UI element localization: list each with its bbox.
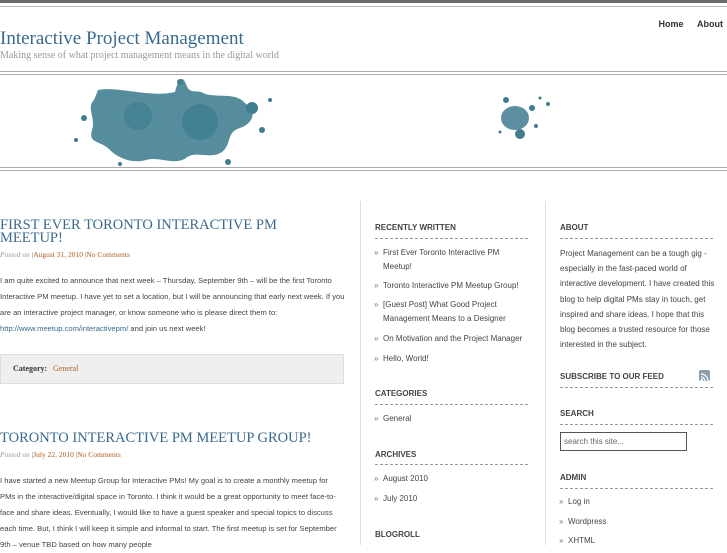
admin-heading: Admin [560,473,587,482]
header-divider-top [0,71,727,72]
banner-divider [0,167,727,168]
category-link[interactable]: General [374,412,412,426]
about-heading: About [560,223,589,232]
post-comments-link[interactable]: No Comments [86,250,130,259]
top-nav: Home About [647,19,723,29]
search-rule [560,424,713,425]
post-date-link[interactable]: August 31, 2010 [33,250,83,259]
post-title[interactable]: Toronto Interactive PM Meetup Group! [0,431,330,446]
archive-link[interactable]: August 2010 [374,472,428,486]
about-rule [560,238,713,239]
column-divider-left [360,201,361,545]
about-text: Project Management can be a tough gig - … [560,249,715,350]
blogroll-heading: Blogroll [375,530,420,539]
post-meta: Posted on |July 22, 2010 |No Comments [0,450,121,459]
recent-heading: Recently Written [375,223,456,232]
post-title[interactable]: First Ever Toronto Interactive PM Meetup… [0,218,330,246]
site-title[interactable]: Interactive Project Management [0,28,244,50]
subscribe-heading: Subscribe to our feed [560,372,664,381]
recent-post-link[interactable]: On Motivation and the Project Manager [374,332,528,346]
posted-on-label: Posted on [0,250,30,259]
nav-home-link[interactable]: Home [658,19,683,29]
subscribe-rule [560,387,713,388]
archives-heading: Archives [375,450,417,459]
category-link[interactable]: General [53,364,78,373]
search-heading: Search [560,409,594,418]
recent-post-link[interactable]: Toronto Interactive PM Meetup Group! [374,279,528,293]
post-body: I am quite excited to announce that next… [0,273,345,337]
search-input[interactable]: search this site... [560,432,687,451]
admin-link[interactable]: Log in [559,495,590,509]
admin-link[interactable]: Wordpress [559,515,606,529]
recent-rule [375,238,528,239]
rss-feed-icon[interactable] [699,370,710,382]
recent-post-link[interactable]: [Guest Post] What Good Project Managemen… [374,298,528,325]
recent-post-link[interactable]: Hello, World! [374,352,528,366]
ink-splash-banner [74,78,550,166]
meetup-link[interactable]: http://www.meetup.com/interactivepm/ [0,324,128,333]
column-divider-right [545,201,546,545]
admin-rule [560,488,713,489]
post-date-link[interactable]: July 22, 2010 [33,450,74,459]
site-tagline: Making sense of what project management … [0,50,279,61]
nav-about-link[interactable]: About [697,19,723,29]
post-category-box: Category: General [0,354,344,384]
post-body-tail: and join us next week! [128,324,206,333]
categories-heading: Categories [375,389,428,398]
archives-rule [375,464,528,465]
post-body-text: I am quite excited to announce that next… [0,276,345,317]
post-body: I have started a new Meetup Group for In… [0,476,337,549]
admin-link[interactable]: XHTML [559,534,595,548]
recent-post-link[interactable]: First Ever Toronto Interactive PM Meetup… [374,246,528,273]
header-divider-top-2 [0,74,727,75]
top-border [0,0,727,8]
post-comments-link[interactable]: No Comments [77,450,121,459]
posted-on-label: Posted on [0,450,30,459]
archive-link[interactable]: July 2010 [374,492,417,506]
post-meta: Posted on |August 31, 2010 |No Comments [0,250,130,259]
categories-rule [375,404,528,405]
category-label: Category: [13,364,48,373]
banner-divider-2 [0,170,727,171]
